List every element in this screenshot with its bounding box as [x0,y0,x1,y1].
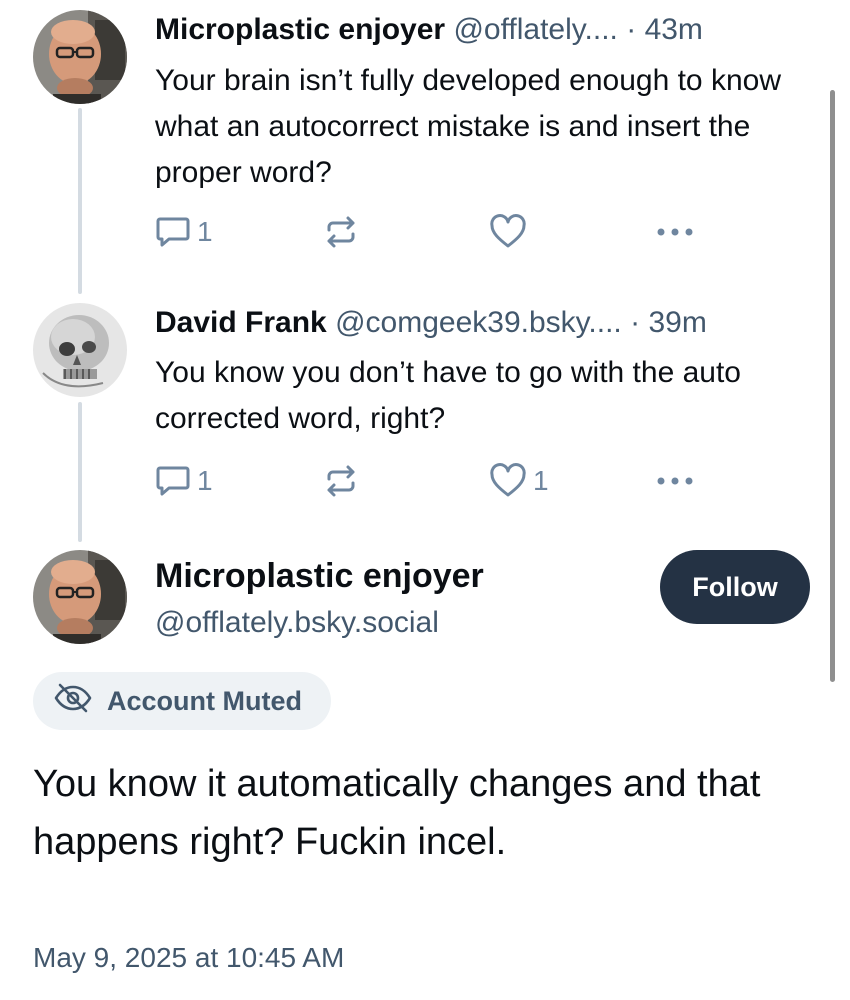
author-handle[interactable]: @offlately.... [453,13,617,46]
avatar-photo-skull [33,303,127,397]
follow-button[interactable]: Follow [660,550,810,624]
more-options-button[interactable] [655,461,695,501]
post-1-actions: 1 [155,212,715,252]
author-handle[interactable]: @comgeek39.bsky.... [335,306,622,339]
separator-dot: · [630,306,641,339]
post-time[interactable]: 43m [645,13,703,46]
author-name[interactable]: David Frank [155,306,327,339]
like-button[interactable]: 1 [489,461,549,501]
reply-icon [155,215,191,249]
like-icon [489,214,527,250]
avatar-main-author[interactable] [33,550,127,644]
reply-icon [155,464,191,498]
more-options-button[interactable] [655,212,695,252]
like-button[interactable] [489,212,533,252]
repost-icon [323,215,359,249]
repost-icon [323,464,359,498]
avatar-david-frank[interactable] [33,303,127,397]
more-icon [655,226,695,238]
separator-dot: · [626,13,637,46]
author-name[interactable]: Microplastic enjoyer [155,13,445,46]
repost-button[interactable] [323,212,365,252]
scrollbar[interactable] [830,90,835,682]
reply-button[interactable]: 1 [155,212,213,252]
main-author-handle[interactable]: @offlately.bsky.social [155,603,439,643]
like-icon [489,463,527,499]
main-post-text: You know it automatically changes and th… [33,763,761,863]
avatar-photo-bald-man [33,10,127,104]
post-timestamp[interactable]: May 9, 2025 at 10:45 AM [33,940,344,976]
account-muted-label: Account Muted [107,685,302,716]
account-muted-badge[interactable]: Account Muted [33,672,331,730]
post-2-actions: 1 1 [155,461,715,501]
post-2-header: David Frank @comgeek39.bsky.... · 39m [155,305,707,341]
repost-button[interactable] [323,461,365,501]
post-1-header: Microplastic enjoyer @offlately.... · 43… [155,12,703,48]
reply-button[interactable]: 1 [155,461,213,501]
avatar-photo-bald-man [33,550,127,644]
main-author-name[interactable]: Microplastic enjoyer [155,555,484,597]
thread-line-2 [78,402,82,542]
reply-count: 1 [197,465,213,496]
like-count: 1 [533,465,549,496]
avatar-microplastic-enjoyer[interactable] [33,10,127,104]
more-icon [655,475,695,487]
post-1-text: Your brain isn’t fully developed enough … [155,64,781,189]
eye-slash-icon [53,682,107,721]
post-2-text: You know you don’t have to go with the a… [155,356,741,435]
reply-count: 1 [197,216,213,247]
thread-line-1 [78,108,82,294]
post-time[interactable]: 39m [648,306,706,339]
